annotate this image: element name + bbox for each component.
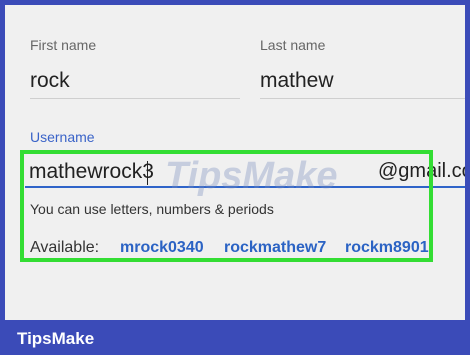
username-label: Username	[30, 129, 95, 145]
first-name-input[interactable]: rock	[30, 69, 70, 93]
highlight-box	[20, 150, 433, 262]
brand-logo: TipsMake	[17, 329, 95, 348]
last-name-underline	[260, 98, 465, 99]
footer-bar: TipsMake	[0, 320, 470, 355]
first-name-underline	[30, 98, 240, 99]
last-name-label: Last name	[260, 37, 326, 53]
first-name-label: First name	[30, 37, 97, 53]
signup-form-panel: First name rock Last name mathew Usernam…	[5, 5, 465, 320]
last-name-input[interactable]: mathew	[260, 69, 334, 93]
